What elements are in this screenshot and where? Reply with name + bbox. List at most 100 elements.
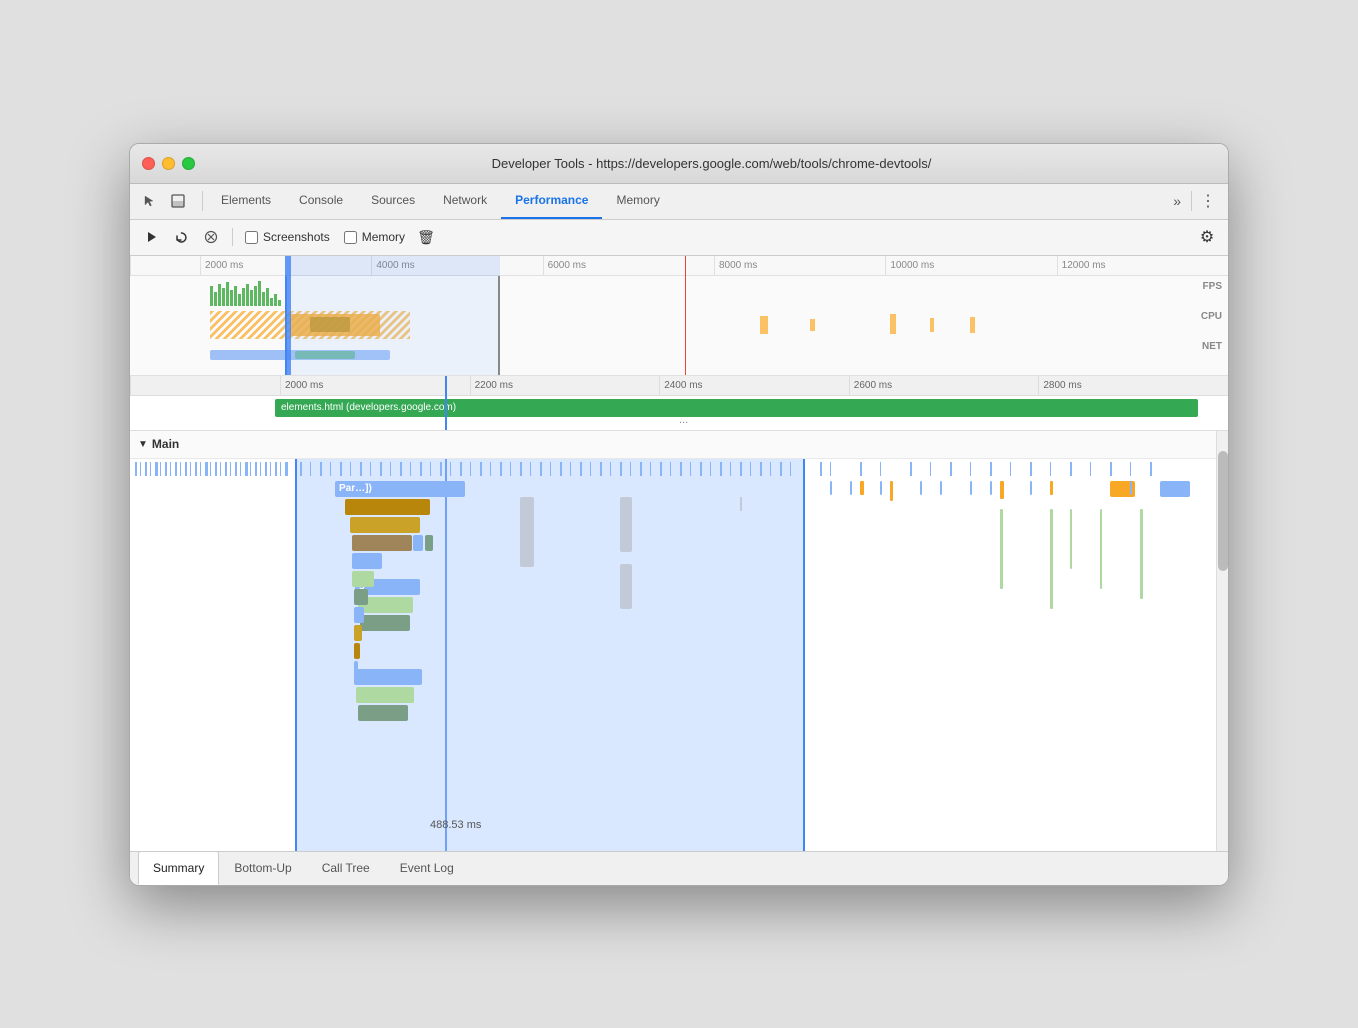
close-button[interactable] (142, 157, 155, 170)
fr-bar-3 (1000, 481, 1004, 499)
playhead-line (685, 256, 686, 375)
flame-bar-mid6 (354, 643, 360, 659)
fr-blue-1 (830, 481, 832, 495)
tab-separator-right (1191, 191, 1192, 211)
fr-bar-1 (860, 481, 864, 495)
fr-blue-8 (1030, 481, 1032, 495)
fr-blue-4 (920, 481, 922, 495)
scrollbar-thumb[interactable] (1218, 451, 1228, 571)
tab-call-tree[interactable]: Call Tree (307, 851, 385, 885)
fr-bar-2 (890, 481, 893, 501)
ruler-mark-6000: 6000 ms (543, 256, 714, 275)
traffic-lights (142, 157, 195, 170)
tab-memory[interactable]: Memory (602, 183, 673, 219)
fr-bar-4 (1050, 481, 1053, 495)
gray-bar-3 (620, 564, 632, 609)
ruler-mark-12000: 12000 ms (1057, 256, 1228, 275)
selection-ruler-overlay (285, 256, 500, 276)
minimize-button[interactable] (162, 157, 175, 170)
selection-overlay (285, 276, 500, 375)
flame-bar-3 (350, 517, 420, 533)
settings-button[interactable]: ⚙ (1194, 224, 1220, 250)
more-indicator: ... (679, 414, 688, 426)
tab-elements[interactable]: Elements (207, 183, 285, 219)
bottom-tabs: Summary Bottom-Up Call Tree Event Log (130, 851, 1228, 885)
maximize-button[interactable] (182, 157, 195, 170)
screenshots-checkbox[interactable] (245, 231, 258, 244)
tab-performance[interactable]: Performance (501, 183, 602, 219)
trash-button[interactable]: 🗑 (413, 224, 439, 250)
fr-blue-5 (940, 481, 942, 495)
tab-network[interactable]: Network (429, 183, 501, 219)
title-bar: Developer Tools - https://developers.goo… (130, 144, 1228, 184)
flame-chart[interactable]: Par…]) s (130, 459, 1228, 851)
toolbar-separator (232, 228, 233, 246)
d-ruler-2800: 2800 ms (1038, 376, 1228, 395)
fr-green-2 (1050, 509, 1053, 609)
tab-bar: Elements Console Sources Network Perform… (130, 184, 1228, 220)
devtools-window: Developer Tools - https://developers.goo… (129, 143, 1229, 886)
more-tabs-button[interactable]: » (1167, 193, 1187, 209)
tab-separator (202, 191, 203, 211)
tab-console[interactable]: Console (285, 183, 357, 219)
cursor-icon[interactable] (138, 189, 162, 213)
detail-blue-line (445, 376, 447, 430)
dock-icon[interactable] (166, 189, 190, 213)
collapse-triangle[interactable]: ▼ (138, 439, 148, 450)
flame-bar-s-child2 (360, 615, 410, 631)
gray-bar-1 (520, 497, 534, 567)
flame-bar-mid4 (354, 607, 364, 623)
fr-blue-6 (970, 481, 972, 495)
ruler-mark-0 (130, 256, 200, 275)
flame-bar-mid2 (352, 571, 374, 587)
window-title: Developer Tools - https://developers.goo… (207, 156, 1216, 171)
network-url-label: elements.html (developers.google.com) (281, 402, 456, 413)
fr-blue-7 (990, 481, 992, 495)
toolbar-right: ⚙ (1194, 224, 1220, 250)
flame-bar-mid3 (354, 589, 368, 605)
flame-bar-mid5 (354, 625, 362, 641)
flame-bar-l-child2 (358, 705, 408, 721)
fr-blue-2 (850, 481, 852, 495)
flame-bar-4 (352, 535, 412, 551)
devtools-menu-button[interactable]: ⋮ (1196, 189, 1220, 213)
memory-checkbox[interactable] (344, 231, 357, 244)
network-detail-bar: elements.html (developers.google.com) (275, 399, 1198, 417)
timeline-overview[interactable]: 2000 ms 4000 ms 6000 ms 8000 ms 10000 ms… (130, 256, 1228, 376)
flame-dashed-line (445, 459, 447, 851)
fr-blue-bar-wide (1160, 481, 1190, 497)
scrollbar[interactable] (1216, 431, 1228, 851)
tab-event-log[interactable]: Event Log (385, 851, 469, 885)
toolbar: Screenshots Memory 🗑 ⚙ (130, 220, 1228, 256)
gray-bar-4 (740, 497, 742, 511)
flame-bar-mid7 (354, 661, 358, 677)
tab-sources[interactable]: Sources (357, 183, 429, 219)
gray-bar-2 (620, 497, 632, 552)
fr-green-3 (1070, 509, 1072, 569)
d-ruler-2600: 2600 ms (849, 376, 1039, 395)
memory-checkbox-label[interactable]: Memory (344, 230, 405, 244)
fr-green-1 (1000, 509, 1003, 589)
flame-bar-4c (425, 535, 433, 551)
fr-blue-9 (1130, 481, 1132, 495)
main-label: Main (152, 437, 179, 451)
screenshots-checkbox-label[interactable]: Screenshots (245, 230, 330, 244)
selection-left-handle[interactable] (285, 256, 291, 375)
d-ruler-2000: 2000 ms (280, 376, 470, 395)
reload-button[interactable] (168, 224, 194, 250)
flame-chart-header: ▼ Main (130, 431, 1228, 459)
d-ruler-2200: 2200 ms (470, 376, 660, 395)
tab-summary[interactable]: Summary (138, 851, 219, 885)
ruler-mark-8000: 8000 ms (714, 256, 885, 275)
clear-button[interactable] (198, 224, 224, 250)
tab-bottom-up[interactable]: Bottom-Up (219, 851, 306, 885)
record-button[interactable] (138, 224, 164, 250)
ruler-mark-10000: 10000 ms (885, 256, 1056, 275)
fr-blue-3 (880, 481, 882, 495)
flame-row-0 (130, 461, 1188, 477)
flame-bar-l-child (356, 687, 414, 703)
d-ruler-2400: 2400 ms (659, 376, 849, 395)
fr-green-5 (1140, 509, 1143, 599)
net-label: NET (1202, 341, 1222, 352)
fps-label: FPS (1203, 281, 1222, 292)
